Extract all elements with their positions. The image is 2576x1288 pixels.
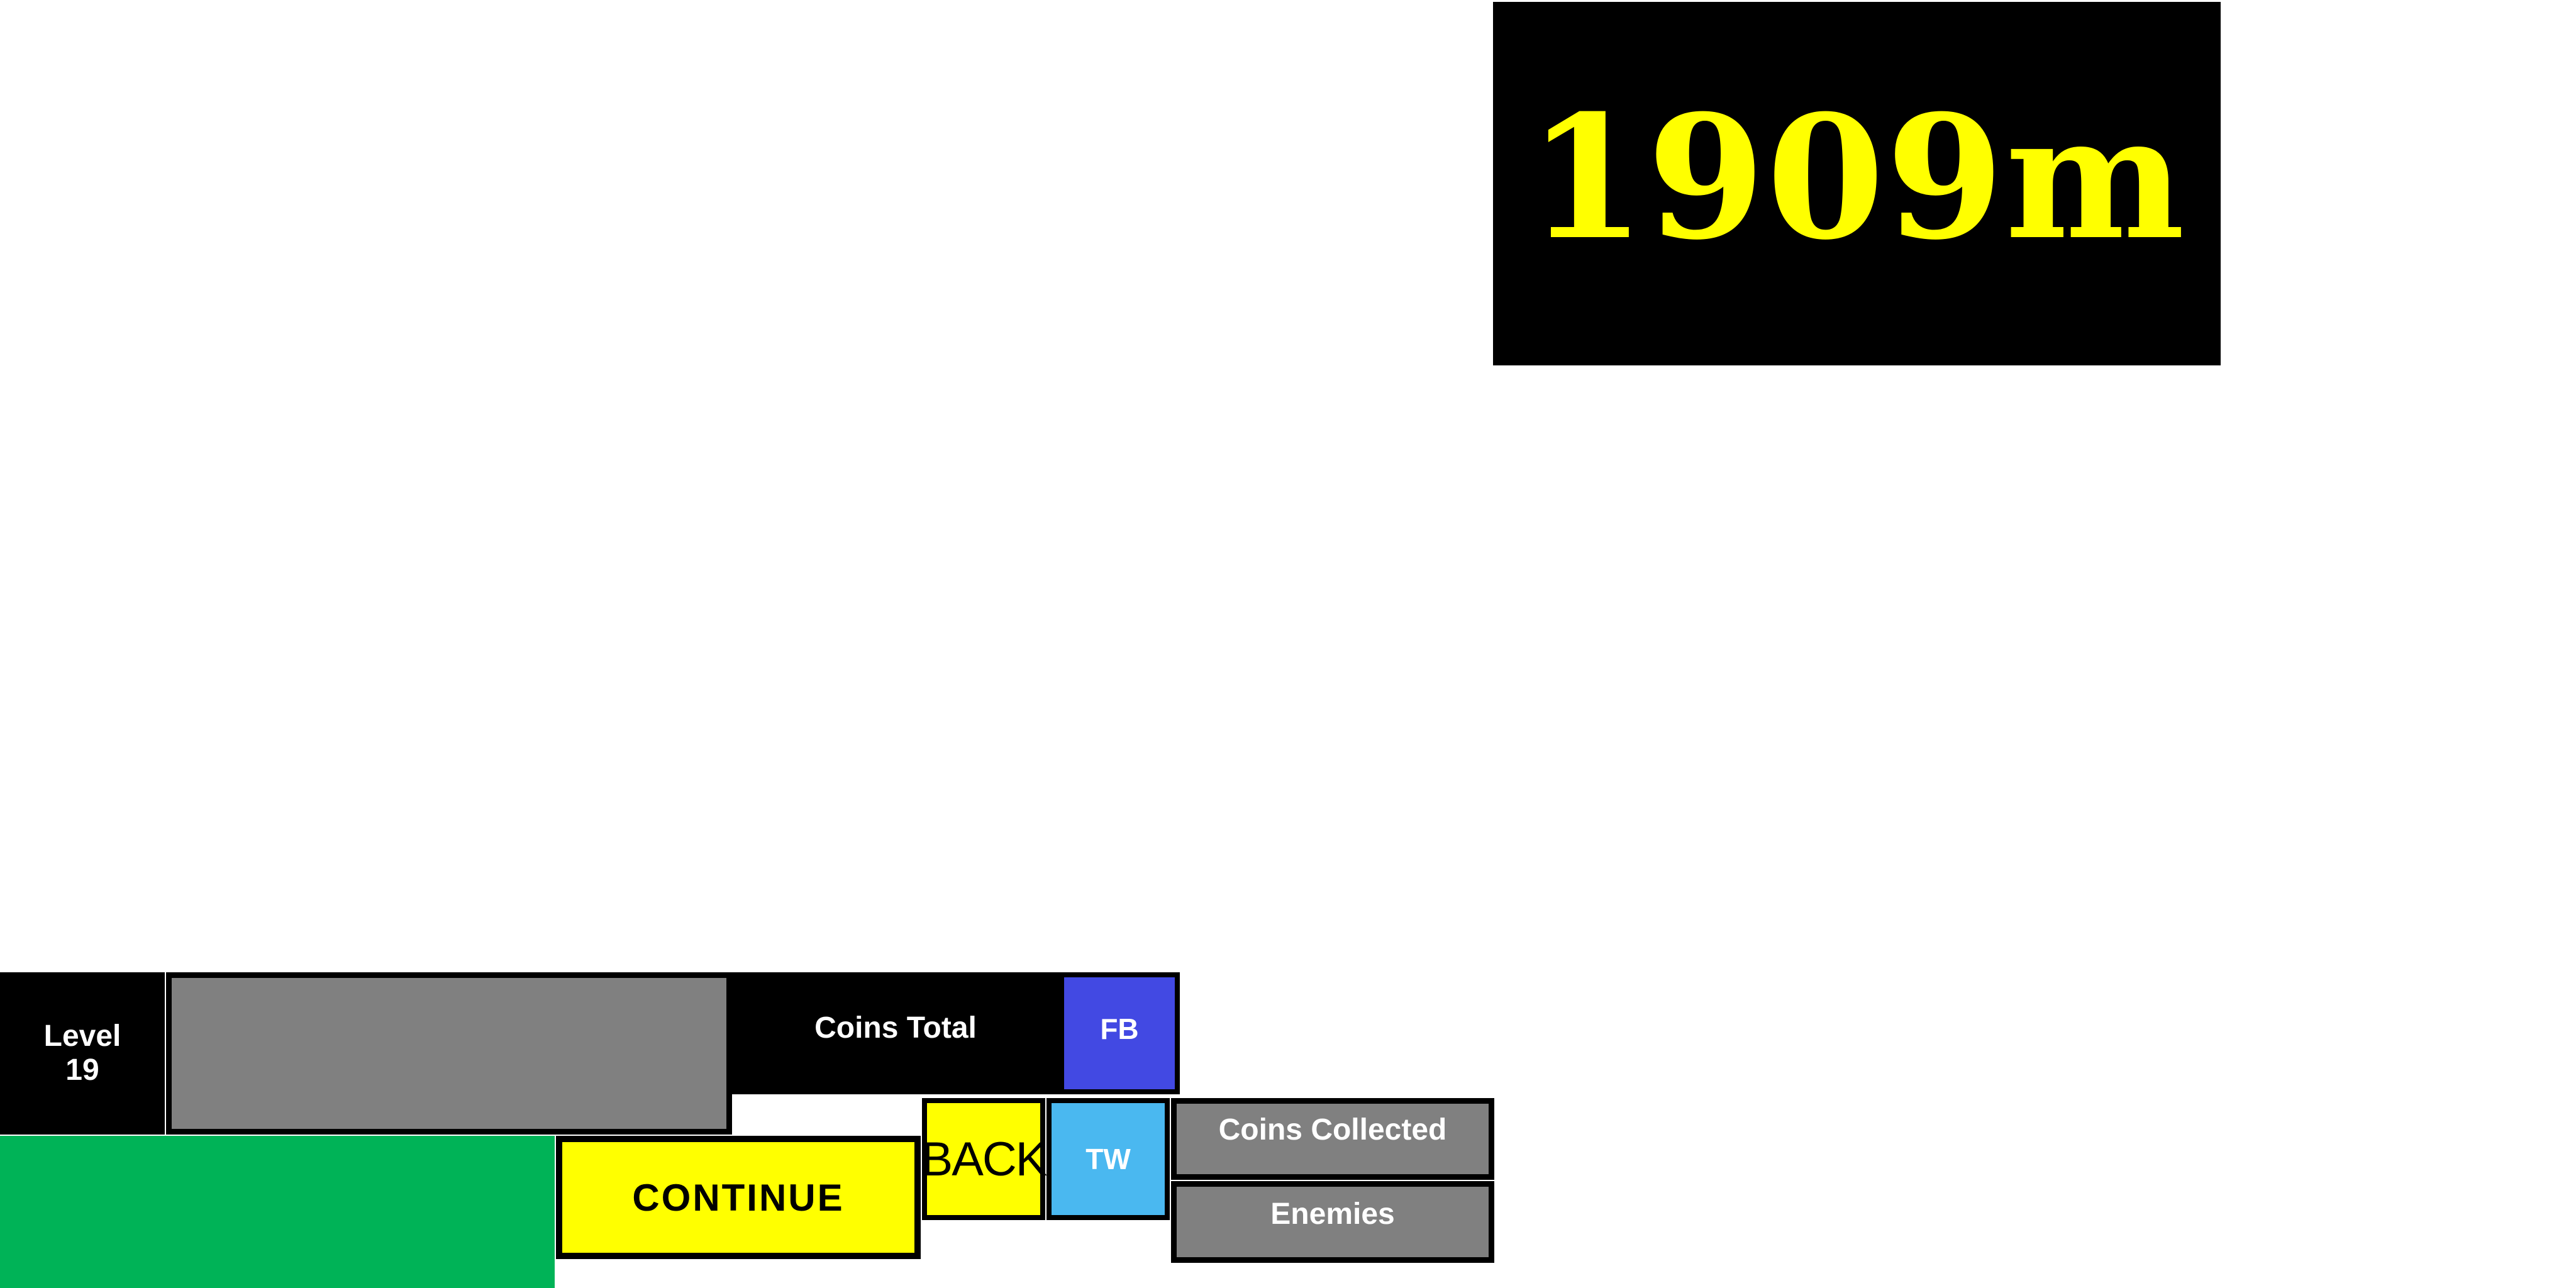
progress-track	[172, 978, 726, 1129]
coins-collected-face: Coins Collected	[1177, 1104, 1489, 1174]
enemies-face: Enemies	[1177, 1187, 1489, 1257]
facebook-icon: FB	[1064, 977, 1175, 1089]
coins-total-label: Coins Total	[814, 1011, 977, 1045]
back-button[interactable]: BACK	[921, 1098, 1047, 1220]
enemies-label: Enemies	[1270, 1197, 1395, 1231]
level-label: Level	[43, 1019, 121, 1053]
tw-label: TW	[1085, 1143, 1131, 1175]
enemies-panel: Enemies	[1171, 1181, 1494, 1263]
continue-button-face: CONTINUE	[562, 1142, 914, 1253]
coins-collected-label: Coins Collected	[1218, 1113, 1447, 1146]
back-label: BACK	[921, 1132, 1048, 1186]
green-bar	[0, 1136, 555, 1288]
coins-total-panel: Coins Total	[732, 972, 1059, 1094]
continue-label: CONTINUE	[632, 1176, 845, 1219]
facebook-share-button[interactable]: FB	[1059, 972, 1180, 1094]
level-indicator: Level 19	[0, 972, 165, 1135]
back-button-face: BACK	[921, 1103, 1047, 1215]
distance-panel: 1909m	[1493, 2, 2221, 365]
continue-button[interactable]: CONTINUE	[556, 1136, 921, 1259]
coins-collected-panel: Coins Collected	[1171, 1098, 1494, 1180]
distance-value: 1909m	[1527, 77, 2187, 277]
level-progress-bar	[166, 972, 732, 1135]
level-number: 19	[65, 1053, 99, 1087]
fb-label: FB	[1100, 1013, 1139, 1045]
twitter-icon: TW	[1052, 1103, 1165, 1215]
twitter-share-button[interactable]: TW	[1046, 1098, 1170, 1220]
